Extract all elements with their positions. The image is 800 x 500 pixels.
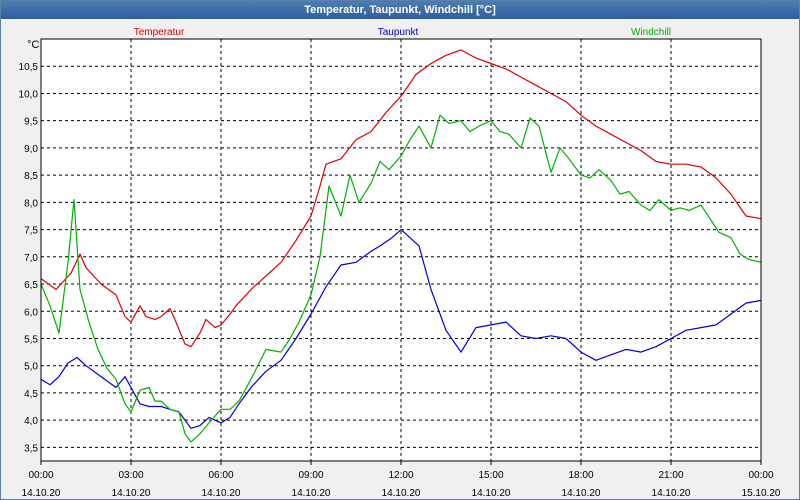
x-tick-time-label: 15:00 <box>478 470 503 481</box>
legend-item-taupunkt: Taupunkt <box>378 27 419 38</box>
y-tick-label: 3,5 <box>24 443 38 454</box>
y-tick-label: 8,5 <box>24 171 38 182</box>
x-tick-date-label: 14.10.20 <box>652 488 691 499</box>
y-tick-label: 5,0 <box>24 362 38 373</box>
y-tick-label: 8,0 <box>24 198 38 209</box>
y-tick-label: 4,5 <box>24 389 38 400</box>
y-tick-label: 7,0 <box>24 253 38 264</box>
line-chart: 3,5 4,0 4,5 5,0 5,5 6,0 6,5 7,0 7,5 8,0 8,5 9,0 9,5 1… <box>19 27 781 499</box>
x-tick-time-label: 03:00 <box>118 470 143 481</box>
x-tick-time-label: 21:00 <box>658 470 683 481</box>
x-tick-date-label: 14.10.20 <box>202 488 241 499</box>
x-tick-time-label: 09:00 <box>298 470 323 481</box>
x-tick-date-label: 14.10.20 <box>292 488 331 499</box>
y-tick-label: 9,5 <box>24 117 38 128</box>
y-tick-label: 5,5 <box>24 334 38 345</box>
y-tick-label: 9,0 <box>24 144 38 155</box>
chart-window: Temperatur, Taupunkt, Windchill [°C] 3,5… <box>0 0 800 500</box>
x-tick-date-label: 14.10.20 <box>382 488 421 499</box>
legend: Temperatur Taupunkt Windchill <box>134 27 671 38</box>
y-axis-unit-label: °C <box>27 39 39 51</box>
y-tick-label: 10,5 <box>19 62 39 73</box>
x-tick-time-label: 00:00 <box>28 470 53 481</box>
y-tick-label: 4,0 <box>24 416 38 427</box>
y-tick-label: 6,5 <box>24 280 38 291</box>
y-tick-label: 7,5 <box>24 226 38 237</box>
x-tick-date-label: 14.10.20 <box>22 488 61 499</box>
x-tick-time-label: 06:00 <box>208 470 233 481</box>
x-tick-date-label: 14.10.20 <box>112 488 151 499</box>
y-tick-label: 10,0 <box>19 89 39 100</box>
legend-item-windchill: Windchill <box>631 27 671 38</box>
x-tick-time-label: 00:00 <box>748 470 773 481</box>
window-title: Temperatur, Taupunkt, Windchill [°C] <box>1 1 799 19</box>
x-tick-time-label: 12:00 <box>388 470 413 481</box>
legend-item-temperatur: Temperatur <box>134 27 185 38</box>
x-tick-date-label: 14.10.20 <box>472 488 511 499</box>
x-tick-date-label: 14.10.20 <box>562 488 601 499</box>
x-tick-date-label: 15.10.20 <box>742 488 781 499</box>
x-tick-time-label: 18:00 <box>568 470 593 481</box>
y-tick-label: 6,0 <box>24 307 38 318</box>
